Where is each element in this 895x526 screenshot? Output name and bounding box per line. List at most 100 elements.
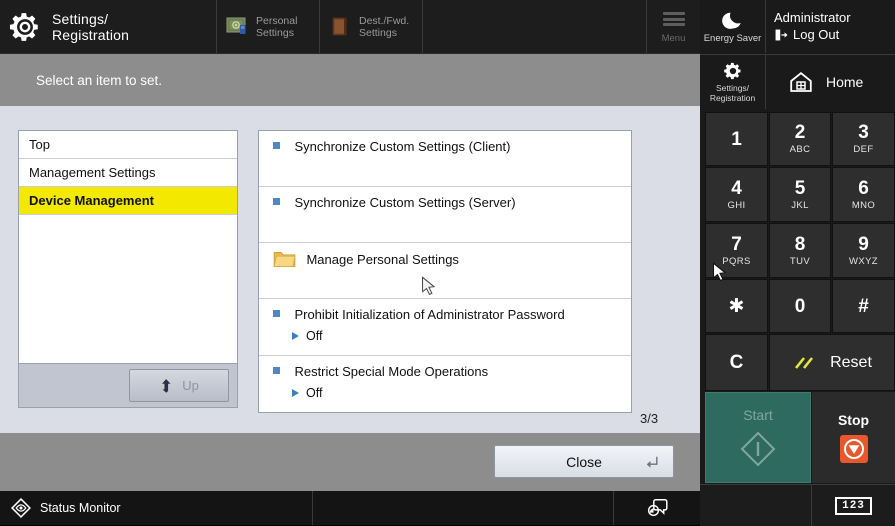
enter-return-icon [645,455,659,469]
keypad-key-hash[interactable]: # [832,279,895,333]
keypad-key-9-letters: WXYZ [849,256,878,267]
reset-button[interactable]: Reset [769,334,895,391]
stop-octagon-icon [840,435,868,463]
keypad-key-5-number: 5 [795,179,806,198]
start-button-label: Start [743,407,773,423]
home-icon [788,70,814,94]
keypad-key-4[interactable]: 4 GHI [705,167,768,222]
triangle-right-icon [292,389,299,397]
home-button[interactable]: Home [766,54,895,108]
personal-settings-icon [226,16,250,38]
logout-button[interactable]: Log Out [774,27,895,43]
tab-personal-settings-label-line1: Personal [256,15,297,27]
header-title-line1: Settings/ [52,11,129,27]
list-row-restrict-special-mode-operations[interactable]: Restrict Special Mode Operations Off [259,356,631,413]
list-row-sync-custom-settings-client[interactable]: Synchronize Custom Settings (Client) [259,131,631,187]
list-row-label: Restrict Special Mode Operations [294,364,488,379]
tab-personal-settings[interactable]: Personal Settings [216,0,319,53]
keypad-key-4-letters: GHI [727,200,745,211]
energy-saver-label: Energy Saver [704,33,762,44]
keypad-key-9[interactable]: 9 WXYZ [832,223,895,278]
keypad-key-0-number: 0 [795,297,806,316]
list-row-value: Off [306,386,322,400]
panel-header: Settings/ Registration Personal Settings [0,0,700,53]
up-arrow-icon [159,378,174,393]
keypad-key-7[interactable]: 7 PQRS [705,223,768,278]
keypad-key-8[interactable]: 8 TUV [769,223,831,278]
breadcrumb-tree: Top Management Settings Device Managemen… [18,130,238,364]
clear-button-label: C [730,353,744,372]
keypad-key-1-number: 1 [731,130,742,149]
keypad-key-asterisk[interactable]: ✱ [705,279,768,333]
notification-button[interactable] [613,491,700,525]
clear-button[interactable]: C [705,334,768,391]
menu-button[interactable]: Menu [646,0,700,53]
action-bar: Close [0,433,700,491]
tree-item-management-settings[interactable]: Management Settings [19,159,237,187]
stop-button[interactable]: Stop [812,392,895,483]
tab-dest-fwd-settings[interactable]: Dest./Fwd. Settings [319,0,422,53]
keypad-key-6[interactable]: 6 MNO [832,167,895,222]
logout-icon [774,28,788,42]
keypad-key-1[interactable]: 1 [705,112,768,166]
tree-footer: Up [18,364,238,408]
blue-square-bullet-icon [273,198,280,205]
menu-label: Menu [662,33,686,44]
up-button[interactable]: Up [129,369,229,402]
energy-saver-button[interactable]: Energy Saver [700,0,766,53]
status-monitor-label: Status Monitor [40,501,121,515]
keypad-key-9-number: 9 [858,235,869,254]
numeric-indicator: 123 [835,497,872,515]
blue-square-bullet-icon [273,367,280,374]
sreg-label-line1: Settings/ [710,83,755,93]
status-monitor-icon [10,497,32,519]
list-row-manage-personal-settings[interactable]: Manage Personal Settings [259,243,631,299]
list-row-value: Off [306,329,322,343]
tab-dest-fwd-settings-label: Dest./Fwd. Settings [359,15,409,39]
account-block[interactable]: Administrator Log Out [766,0,895,53]
tab-dest-fwd-label-line1: Dest./Fwd. [359,15,409,27]
status-monitor-button[interactable]: Status Monitor [0,491,313,525]
device-control-panel-screen: Settings/ Registration Personal Settings [0,0,895,525]
status-bar-spacer [313,491,613,525]
list-row-label: Prohibit Initialization of Administrator… [294,307,564,322]
gear-icon [723,61,743,81]
hardkey-panel: Energy Saver Administrator Log Out Setti… [700,0,895,525]
keypad-key-6-letters: MNO [852,200,875,211]
numeric-indicator-area: 123 [812,484,895,526]
logout-label: Log Out [793,27,839,43]
tree-item-device-management[interactable]: Device Management [19,187,237,215]
start-button[interactable]: Start [705,392,811,483]
tree-item-top[interactable]: Top [19,131,237,159]
address-book-icon [329,16,353,38]
keypad-key-hash-symbol: # [858,297,869,316]
settings-registration-label: Settings/ Registration [710,83,755,103]
folder-icon [273,250,296,268]
keypad-key-2[interactable]: 2 ABC [769,112,831,166]
list-row-prohibit-init-admin-password[interactable]: Prohibit Initialization of Administrator… [259,299,631,356]
triangle-right-icon [292,332,299,340]
keypad-key-2-number: 2 [795,123,806,142]
list-row-value-block: Off [292,386,631,400]
keypad-key-3-number: 3 [858,123,869,142]
tab-dest-fwd-label-line2: Settings [359,27,409,39]
list-row-label: Synchronize Custom Settings (Client) [294,139,510,154]
touch-panel: Settings/ Registration Personal Settings [0,0,700,525]
work-area: Top Management Settings Device Managemen… [0,106,700,433]
keypad-key-5-letters: JKL [791,200,809,211]
gear-icon [8,10,42,44]
keypad-key-0[interactable]: 0 [769,279,831,333]
list-row-value-block: Off [292,329,631,343]
hamburger-menu-icon [663,10,685,29]
keypad-key-3[interactable]: 3 DEF [832,112,895,166]
settings-registration-button[interactable]: Settings/ Registration [700,54,766,109]
header-title-block: Settings/ Registration [0,0,216,53]
close-button[interactable]: Close [494,445,674,478]
list-row-sync-custom-settings-server[interactable]: Synchronize Custom Settings (Server) [259,187,631,243]
header-spacer [422,0,646,53]
sreg-label-line2: Registration [710,93,755,103]
tab-personal-settings-label-line2: Settings [256,27,297,39]
reset-button-label: Reset [830,353,872,372]
keypad-key-asterisk-symbol: ✱ [729,297,745,316]
keypad-key-5[interactable]: 5 JKL [769,167,831,222]
